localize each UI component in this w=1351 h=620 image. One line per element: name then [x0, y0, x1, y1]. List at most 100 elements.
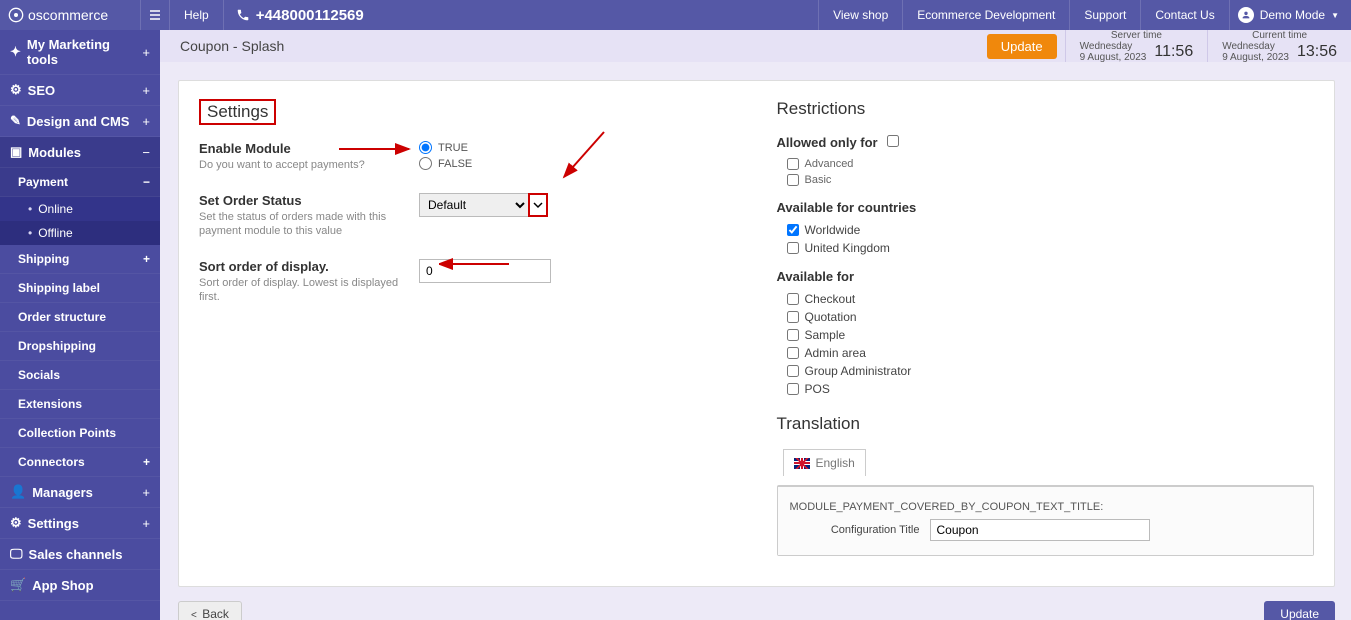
- tab-english[interactable]: English: [783, 449, 866, 476]
- chk-group-admin[interactable]: [787, 365, 799, 377]
- order-status-row: Set Order Status Set the status of order…: [199, 193, 737, 239]
- sidebar-label: Sales channels: [29, 547, 123, 562]
- content-area: Settings Enable Module Do you want to ac…: [160, 62, 1351, 620]
- topbar: oscommerce Help +448000112569 View shop …: [0, 0, 1351, 30]
- sidebar-label: Online: [38, 202, 73, 216]
- sidebar-item-marketing[interactable]: ✦My Marketing tools +: [0, 30, 160, 75]
- sidebar-label: Shipping label: [18, 281, 100, 295]
- sidebar-sub-online[interactable]: Online: [0, 197, 160, 221]
- sort-order-row: Sort order of display. Sort order of dis…: [199, 259, 737, 305]
- phone-number[interactable]: +448000112569: [224, 0, 376, 30]
- sidebar-label: Order structure: [18, 310, 106, 324]
- allowed-advanced: Advanced: [805, 158, 854, 170]
- allowed-only-for-toggle[interactable]: [887, 135, 899, 147]
- sort-order-input[interactable]: [419, 259, 551, 283]
- translation-key: MODULE_PAYMENT_COVERED_BY_COUPON_TEXT_TI…: [790, 501, 1302, 513]
- share-icon: ⚙: [10, 82, 22, 98]
- sidebar-item-collection-points[interactable]: Collection Points: [0, 419, 160, 448]
- plus-icon: +: [142, 83, 150, 98]
- cfg-title-input[interactable]: [930, 519, 1150, 541]
- sidebar-item-connectors[interactable]: Connectors +: [0, 448, 160, 477]
- current-time-block: Current time Wednesday 9 August, 2023 13…: [1207, 30, 1351, 62]
- false-label: FALSE: [438, 158, 472, 170]
- chevron-left-icon: <: [191, 610, 197, 620]
- sidebar-item-socials[interactable]: Socials: [0, 361, 160, 390]
- toplink-ecom-dev[interactable]: Ecommerce Development: [902, 0, 1069, 30]
- order-status-select[interactable]: Default: [419, 193, 529, 217]
- plus-icon: +: [143, 455, 150, 469]
- back-label: Back: [202, 607, 229, 620]
- chk-pos[interactable]: [787, 383, 799, 395]
- sidebar-label: Payment: [18, 175, 68, 189]
- radio-true[interactable]: [419, 141, 432, 154]
- brand-logo[interactable]: oscommerce: [0, 0, 140, 30]
- server-time-block: Server time Wednesday 9 August, 2023 11:…: [1065, 30, 1208, 62]
- restrictions-column: Restrictions Allowed only for Advanced B…: [777, 99, 1315, 556]
- country-worldwide: Worldwide: [805, 223, 861, 237]
- sidebar-item-dropshipping[interactable]: Dropshipping: [0, 332, 160, 361]
- status-desc: Set the status of orders made with this …: [199, 210, 399, 239]
- phone-icon: [236, 8, 250, 22]
- chk-quotation[interactable]: [787, 311, 799, 323]
- chk-basic[interactable]: [787, 174, 799, 186]
- back-button[interactable]: < Back: [178, 601, 242, 620]
- sidebar-item-shipping-label[interactable]: Shipping label: [0, 274, 160, 303]
- chk-advanced[interactable]: [787, 158, 799, 170]
- chk-checkout[interactable]: [787, 293, 799, 305]
- available-for-label: Available for: [777, 269, 1315, 284]
- page-title: Coupon - Splash: [180, 38, 284, 54]
- avatar-icon: [1238, 7, 1254, 23]
- help-link[interactable]: Help: [170, 0, 224, 30]
- menu-toggle-icon[interactable]: [140, 0, 170, 30]
- countries-label: Available for countries: [777, 200, 1315, 215]
- sidebar-item-order-structure[interactable]: Order structure: [0, 303, 160, 332]
- update-button-bottom[interactable]: Update: [1264, 601, 1335, 620]
- sidebar-label: App Shop: [32, 578, 93, 593]
- settings-panel: Settings Enable Module Do you want to ac…: [178, 80, 1335, 587]
- avail-sample: Sample: [805, 328, 846, 342]
- translation-heading: Translation: [777, 414, 1315, 434]
- sidebar-item-payment[interactable]: Payment −: [0, 168, 160, 197]
- toplink-view-shop[interactable]: View shop: [818, 0, 902, 30]
- current-day: Wednesday: [1222, 41, 1289, 52]
- sidebar-item-shipping[interactable]: Shipping +: [0, 245, 160, 274]
- sidebar-label: Managers: [32, 485, 93, 500]
- brand-text: oscommerce: [28, 7, 108, 23]
- sidebar-label: SEO: [28, 83, 55, 98]
- sidebar-item-managers[interactable]: 👤Managers +: [0, 477, 160, 508]
- sidebar-label: Dropshipping: [18, 339, 96, 353]
- settings-heading: Settings: [199, 99, 737, 125]
- sidebar-label: Offline: [38, 226, 72, 240]
- brush-icon: ✎: [10, 113, 21, 129]
- sidebar-item-sales-channels[interactable]: 🖵Sales channels: [0, 539, 160, 570]
- translation-tabs-wrap: English MODULE_PAYMENT_COVERED_BY_COUPON…: [777, 450, 1315, 556]
- chk-worldwide[interactable]: [787, 224, 799, 236]
- oscommerce-icon: [8, 7, 24, 23]
- sidebar-item-design[interactable]: ✎Design and CMS +: [0, 106, 160, 137]
- country-uk: United Kingdom: [805, 241, 890, 255]
- sidebar-label: My Marketing tools: [27, 37, 143, 67]
- sidebar-item-seo[interactable]: ⚙ SEO +: [0, 75, 160, 106]
- caret-down-icon: ▼: [1331, 11, 1339, 20]
- sidebar-sub-offline[interactable]: Offline: [0, 221, 160, 245]
- chk-sample[interactable]: [787, 329, 799, 341]
- radio-false[interactable]: [419, 157, 432, 170]
- chk-admin-area[interactable]: [787, 347, 799, 359]
- demo-mode-menu[interactable]: Demo Mode ▼: [1229, 0, 1351, 30]
- plus-icon: +: [142, 45, 150, 60]
- user-icon: 👤: [10, 484, 26, 500]
- cfg-title-label: Configuration Title: [790, 524, 920, 536]
- sidebar-item-modules[interactable]: ▣Modules −: [0, 137, 160, 168]
- toplink-contact[interactable]: Contact Us: [1140, 0, 1228, 30]
- allowed-basic: Basic: [805, 174, 832, 186]
- update-button-top[interactable]: Update: [987, 34, 1057, 59]
- sidebar-item-settings[interactable]: ⚙Settings +: [0, 508, 160, 539]
- sidebar-label: Socials: [18, 368, 60, 382]
- toplink-support[interactable]: Support: [1069, 0, 1140, 30]
- footer-row: < Back Update: [178, 601, 1335, 620]
- sidebar-item-app-shop[interactable]: 🛒App Shop: [0, 570, 160, 601]
- avail-quotation: Quotation: [805, 310, 857, 324]
- chk-uk[interactable]: [787, 242, 799, 254]
- enable-label: Enable Module: [199, 141, 399, 156]
- sidebar-item-extensions[interactable]: Extensions: [0, 390, 160, 419]
